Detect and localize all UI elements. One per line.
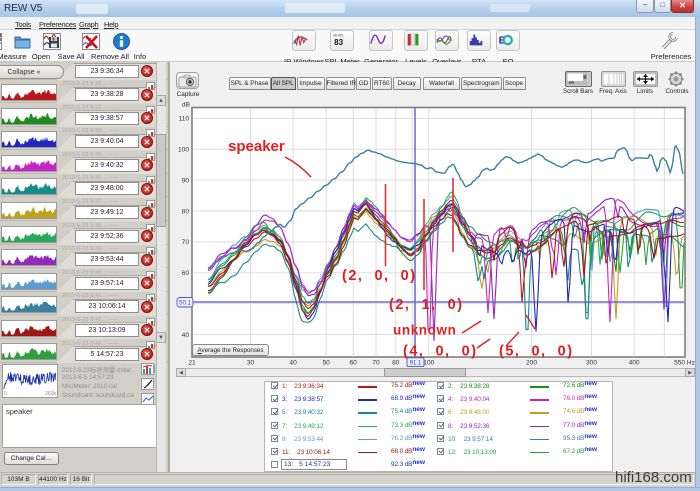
svg-text:(2, 1, 0): (2, 1, 0) bbox=[389, 297, 464, 313]
svg-text:(5, 0, 0): (5, 0, 0) bbox=[499, 344, 574, 360]
svg-text:200: 200 bbox=[526, 360, 537, 367]
svg-text:90: 90 bbox=[182, 177, 190, 184]
svg-text:50.1: 50.1 bbox=[179, 301, 191, 307]
svg-text:60: 60 bbox=[350, 360, 358, 367]
svg-text:21: 21 bbox=[188, 360, 196, 367]
svg-text:(2, 0, 0): (2, 0, 0) bbox=[342, 268, 417, 284]
svg-text:400: 400 bbox=[629, 360, 640, 367]
svg-text:110: 110 bbox=[178, 116, 189, 123]
svg-text:unknown: unknown bbox=[393, 323, 456, 338]
svg-text:100: 100 bbox=[178, 147, 189, 154]
svg-text:70: 70 bbox=[372, 360, 380, 367]
svg-text:550 Hz: 550 Hz bbox=[674, 360, 695, 367]
svg-text:50: 50 bbox=[323, 360, 331, 367]
svg-text:100: 100 bbox=[423, 360, 434, 367]
svg-text:91.1: 91.1 bbox=[410, 361, 422, 367]
svg-text:70: 70 bbox=[182, 239, 190, 246]
svg-text:30: 30 bbox=[247, 360, 255, 367]
svg-text:80: 80 bbox=[182, 208, 190, 215]
svg-text:(4, 0, 0): (4, 0, 0) bbox=[403, 344, 478, 360]
svg-text:40: 40 bbox=[182, 332, 190, 339]
svg-text:80: 80 bbox=[392, 360, 400, 367]
svg-text:300: 300 bbox=[586, 360, 597, 367]
svg-text:speaker: speaker bbox=[228, 138, 285, 155]
svg-text:dB: dB bbox=[182, 102, 191, 109]
svg-text:40: 40 bbox=[289, 360, 297, 367]
svg-text:60: 60 bbox=[182, 270, 190, 277]
